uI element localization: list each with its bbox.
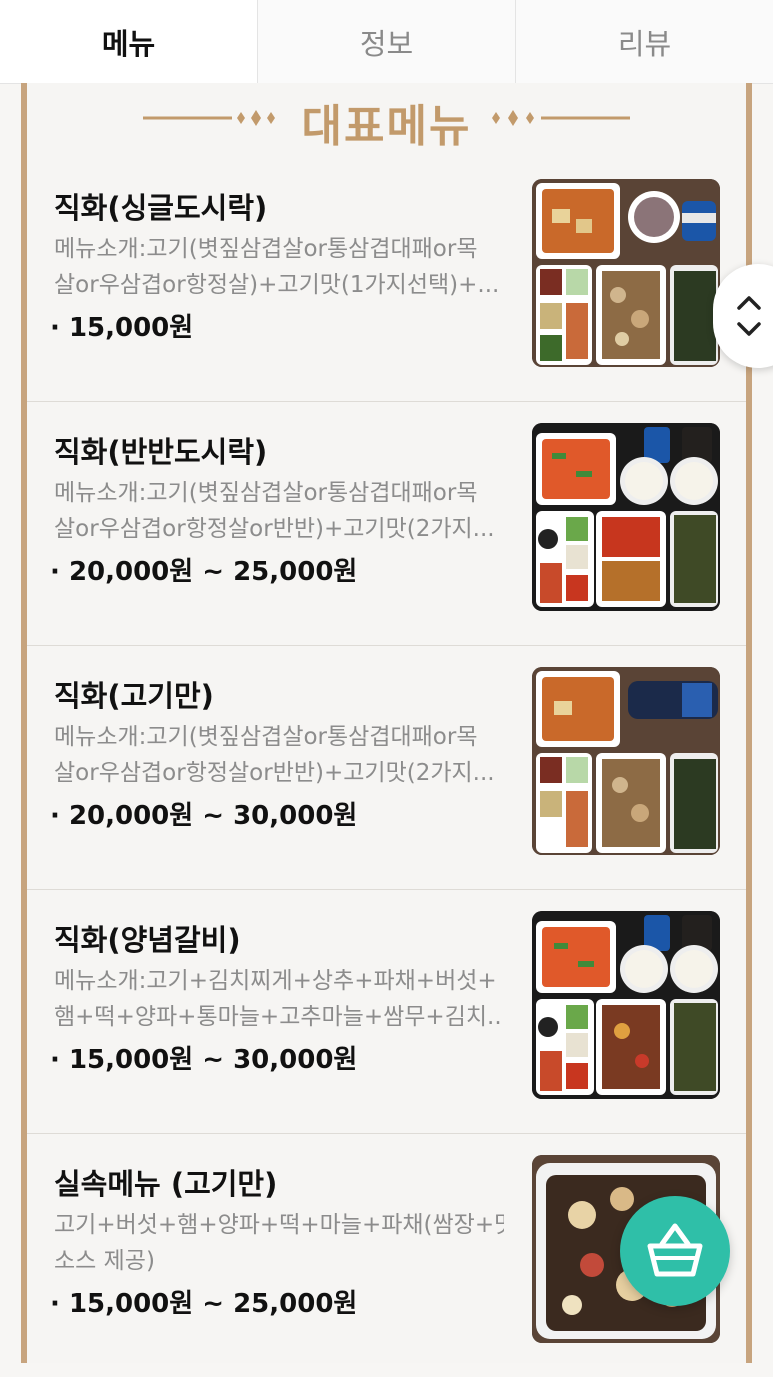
menu-item[interactable]: 직화(싱글도시락) 메뉴소개:고기(볏짚삼겹살or통삼겹대패or목 살or우삼겹… (27, 157, 746, 402)
menu-item-photo[interactable] (532, 911, 720, 1099)
chevron-up-down-icon (737, 296, 761, 336)
tab-info[interactable]: 정보 (257, 0, 515, 83)
menu-item[interactable]: 직화(고기만) 메뉴소개:고기(볏짚삼겹살or통삼겹대패or목 살or우삼겹or… (27, 645, 746, 890)
food-photo-icon (532, 911, 720, 1099)
menu-item[interactable]: 직화(양념갈비) 메뉴소개:고기+김치찌게+상추+파채+버섯+ 햄+떡+양파+통… (27, 889, 746, 1134)
section-banner: 대표메뉴 (0, 84, 773, 152)
menu-item-name: 직화(반반도시락) (54, 435, 268, 469)
tab-menu[interactable]: 메뉴 (0, 0, 257, 83)
menu-item-price: · 15,000원 (50, 313, 194, 343)
food-photo-icon (532, 667, 720, 855)
cart-button[interactable] (620, 1196, 730, 1306)
basket-icon (647, 1223, 703, 1277)
menu-item-name: 직화(양념갈비) (54, 923, 241, 957)
menu-item-description: 메뉴소개:고기(볏짚삼겹살or통삼겹대패or목 살or우삼겹or항정살)+고기맛… (54, 236, 500, 298)
section-title: 대표메뉴 (301, 101, 472, 152)
menu-item-photo[interactable] (532, 179, 720, 367)
menu-item-description: 메뉴소개:고기(볏짚삼겹살or통삼겹대패or목 살or우삼겹or항정살or반반)… (54, 480, 495, 542)
scroll-toggle-button[interactable] (713, 264, 773, 368)
menu-item-description: 메뉴소개:고기(볏짚삼겹살or통삼겹대패or목 살or우삼겹or항정살or반반)… (54, 724, 495, 786)
menu-item-photo[interactable] (532, 667, 720, 855)
tab-reviews[interactable]: 리뷰 (515, 0, 773, 83)
food-photo-icon (532, 179, 720, 367)
menu-item-name: 직화(고기만) (54, 679, 214, 713)
menu-item-description: 메뉴소개:고기+김치찌게+상추+파채+버섯+ 햄+떡+양파+통마늘+고추마늘+쌈… (54, 968, 504, 1030)
menu-item-price: · 15,000원 ~ 25,000원 (50, 1289, 358, 1319)
menu-item-photo[interactable] (532, 423, 720, 611)
menu-item-description: 고기+버섯+햄+양파+떡+마늘+파채(쌈장+맛 소스 제공) (54, 1212, 504, 1274)
menu-item-price: · 20,000원 ~ 25,000원 (50, 557, 358, 587)
food-photo-icon (532, 423, 720, 611)
menu-item-price: · 15,000원 ~ 30,000원 (50, 1045, 358, 1075)
menu-item-name: 실속메뉴 (고기만) (54, 1167, 278, 1201)
menu-item-name: 직화(싱글도시락) (54, 191, 268, 225)
menu-item-price: · 20,000원 ~ 30,000원 (50, 801, 358, 831)
menu-item[interactable]: 직화(반반도시락) 메뉴소개:고기(볏짚삼겹살or통삼겹대패or목 살or우삼겹… (27, 401, 746, 646)
menu-tabs: 메뉴 정보 리뷰 (0, 0, 773, 84)
